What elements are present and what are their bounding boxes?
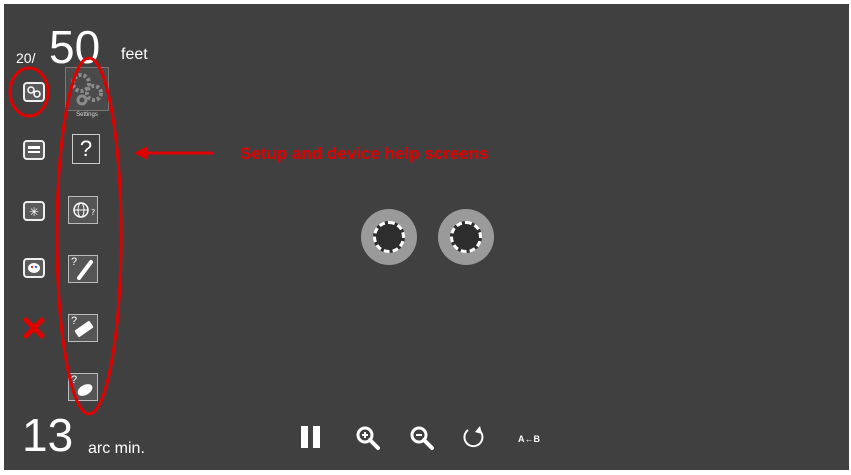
app-screen: 20/ 50 feet ✳ Settings ? ? ? ? ? Setup a… xyxy=(4,4,849,470)
rotate-icon xyxy=(463,426,484,448)
left-target-disc xyxy=(361,209,417,265)
annotation-overlay xyxy=(8,56,214,416)
rotate-button[interactable] xyxy=(460,424,488,457)
help-column-highlight-ellipse xyxy=(55,56,123,416)
pause-button[interactable] xyxy=(298,424,326,455)
zoom-in-button[interactable] xyxy=(354,424,382,457)
zoom-out-icon xyxy=(410,426,434,450)
annotation-label: Setup and device help screens xyxy=(240,144,489,163)
annotation-arrow-head xyxy=(134,146,148,160)
settings-highlight-circle xyxy=(8,66,50,118)
swap-ab-button[interactable]: A←B xyxy=(518,434,540,444)
arc-min-value: 13 xyxy=(22,409,74,461)
zoom-out-button[interactable] xyxy=(408,424,436,457)
pause-icon xyxy=(301,426,320,448)
zoom-in-icon xyxy=(356,426,380,450)
right-target-ring xyxy=(450,221,482,253)
arc-min-unit: arc min. xyxy=(88,440,145,457)
left-target-ring xyxy=(373,221,405,253)
right-target-disc xyxy=(438,209,494,265)
